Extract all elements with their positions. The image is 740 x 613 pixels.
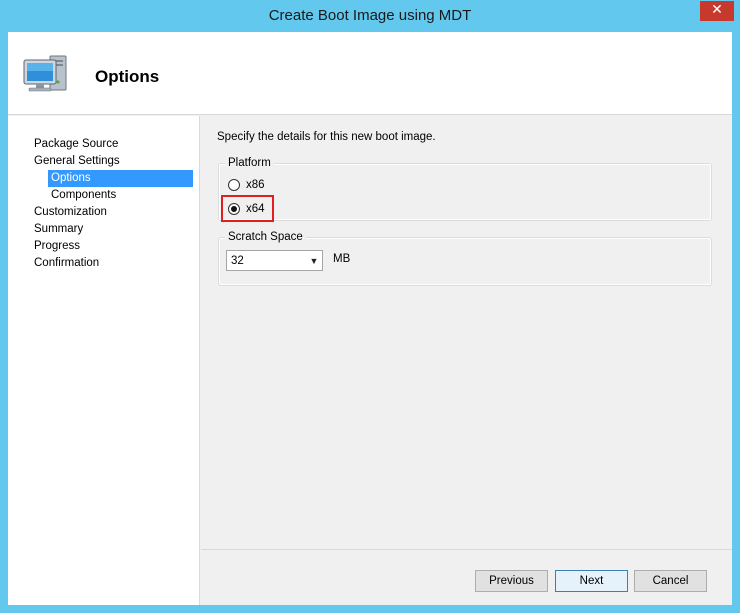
wizard-nav: Package Source General Settings Options … (8, 116, 200, 605)
scratch-space-group: Scratch Space 32 ▼ MB (218, 230, 712, 286)
nav-item-progress[interactable]: Progress (34, 238, 80, 255)
window-title: Create Boot Image using MDT (268, 7, 472, 24)
nav-item-summary[interactable]: Summary (34, 221, 83, 238)
page-title: Options (95, 67, 160, 86)
scratch-space-select[interactable]: 32 ▼ (226, 250, 323, 271)
scratch-space-group-label: Scratch Space (225, 230, 306, 244)
nav-item-options[interactable]: Options (48, 170, 193, 187)
radio-x86[interactable]: x86 (228, 176, 265, 194)
wizard-window: Create Boot Image using MDT ✕ Options Pa… (0, 0, 740, 613)
close-button[interactable]: ✕ (700, 1, 734, 21)
wizard-header: Options (8, 32, 732, 115)
computer-icon (23, 55, 67, 92)
platform-group: Platform x86 x64 (218, 156, 712, 222)
close-icon: ✕ (711, 2, 723, 18)
radio-x86-label: x86 (246, 179, 265, 191)
nav-item-components[interactable]: Components (48, 187, 116, 204)
intro-text: Specify the details for this new boot im… (217, 131, 436, 143)
next-button[interactable]: Next (555, 570, 628, 592)
title-bar[interactable]: Create Boot Image using MDT ✕ (0, 0, 740, 32)
scratch-space-unit: MB (333, 253, 351, 265)
nav-item-general-settings[interactable]: General Settings (34, 153, 120, 170)
radio-x64[interactable]: x64 (228, 200, 265, 218)
scratch-space-value: 32 (231, 254, 244, 267)
nav-item-package-source[interactable]: Package Source (34, 136, 118, 153)
cancel-button[interactable]: Cancel (634, 570, 707, 592)
client-area: Options Package Source General Settings … (8, 32, 732, 605)
platform-group-label: Platform (225, 156, 274, 170)
nav-item-confirmation[interactable]: Confirmation (34, 255, 99, 272)
nav-item-customization[interactable]: Customization (34, 204, 107, 221)
content-panel: Specify the details for this new boot im… (201, 116, 732, 549)
wizard-footer: Previous Next Cancel (201, 549, 732, 605)
chevron-down-icon[interactable]: ▼ (306, 251, 322, 270)
previous-button[interactable]: Previous (475, 570, 548, 592)
radio-x86-indicator[interactable] (228, 179, 240, 191)
radio-x64-label: x64 (246, 203, 265, 215)
radio-x64-indicator[interactable] (228, 203, 240, 215)
